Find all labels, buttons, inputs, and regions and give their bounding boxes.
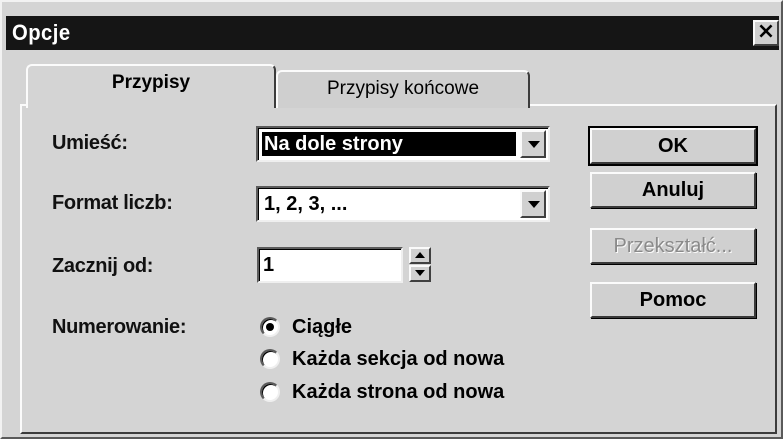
tab-endnotes-label: Przypisy końcowe [326,78,480,99]
placement-label: Umieść: [52,132,128,154]
numbering-radio-each-page[interactable] [260,382,280,402]
spin-up-button[interactable] [409,247,431,264]
placement-select-value: Na dole strony [262,132,516,156]
numbering-radio-each-section[interactable] [260,349,280,369]
number-format-select[interactable]: 1, 2, 3, ... [256,186,550,222]
tab-endnotes[interactable]: Przypisy końcowe [276,70,530,108]
cancel-button-label: Anuluj [641,179,705,201]
convert-button-label: Przekształć... [613,235,733,257]
start-at-input[interactable]: 1 [257,247,403,283]
tab-footnotes[interactable]: Przypisy [26,64,276,108]
convert-button[interactable]: Przekształć... [590,228,756,264]
spin-down-button[interactable] [409,265,431,282]
help-button-label: Pomoc [639,289,707,311]
number-format-label: Format liczb: [52,192,173,214]
options-dialog: Opcje × Przypisy Przypisy końcowe Umieść… [0,0,783,439]
title-bar[interactable]: Opcje × [6,16,779,50]
close-button[interactable]: × [753,20,779,46]
ok-button-label: OK [658,135,688,157]
tab-footnotes-label: Przypisy [111,72,191,93]
numbering-radio-continuous[interactable] [260,317,280,337]
start-at-label: Zacznij od: [52,255,154,277]
start-at-value: 1 [263,254,275,276]
numbering-option-continuous[interactable]: Ciągłe [292,316,352,339]
numbering-label: Numerowanie: [52,316,187,338]
numbering-option-each-section[interactable]: Każda sekcja od nowa [292,348,504,371]
close-icon: × [756,19,776,44]
cancel-button[interactable]: Anuluj [590,172,756,208]
number-format-select-value: 1, 2, 3, ... [264,193,348,215]
placement-select[interactable]: Na dole strony [256,126,550,162]
number-format-dropdown-button[interactable] [520,190,546,218]
help-button[interactable]: Pomoc [590,282,756,318]
window-title: Opcje [12,20,71,45]
numbering-option-each-page[interactable]: Każda strona od nowa [292,381,504,404]
ok-button[interactable]: OK [588,126,758,166]
placement-dropdown-button[interactable] [520,130,546,158]
